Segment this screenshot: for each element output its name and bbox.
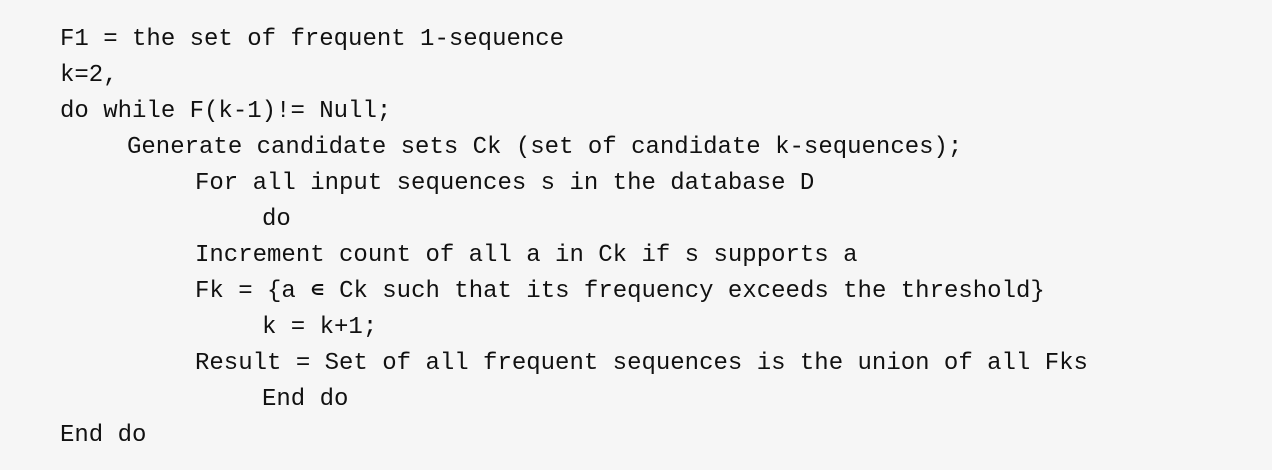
code-line: do: [262, 206, 291, 233]
code-line: For all input sequences s in the databas…: [195, 170, 815, 197]
code-line: End do: [262, 386, 349, 413]
code-line: F1 = the set of frequent 1-sequence: [60, 26, 565, 53]
code-line: do while F(k-1)!= Null;: [60, 98, 392, 125]
code-line: Fk = {a ∊ Ck such that its frequency exc…: [195, 278, 1045, 305]
code-line: Generate candidate sets Ck (set of candi…: [127, 134, 963, 161]
code-line: Increment count of all a in Ck if s supp…: [195, 242, 858, 269]
code-line: k=2,: [60, 62, 118, 89]
code-line: End do: [60, 422, 147, 449]
code-line: k = k+1;: [262, 314, 378, 341]
pseudocode-block: F1 = the set of frequent 1-sequence k=2,…: [0, 0, 1272, 470]
code-line: Result = Set of all frequent sequences i…: [195, 350, 1088, 377]
